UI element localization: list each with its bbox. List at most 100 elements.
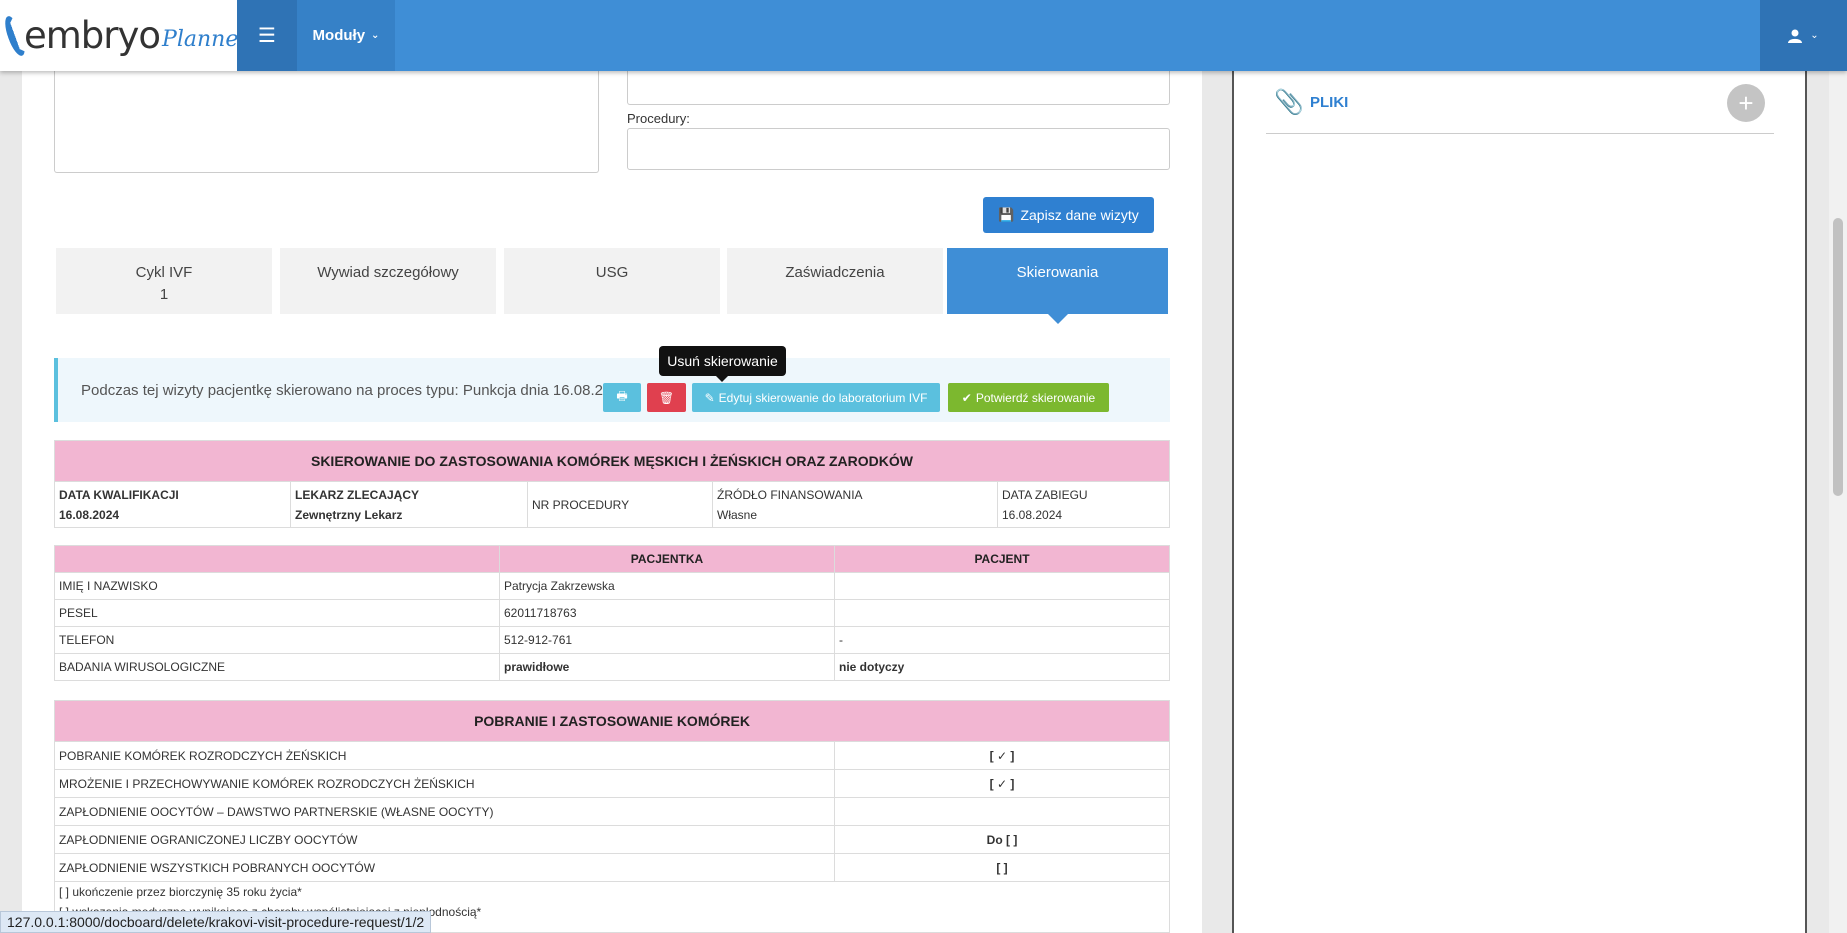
referral-header-table: SKIEROWANIE DO ZASTOSOWANIA KOMÓREK MĘSK… <box>54 440 1170 528</box>
referral-title: SKIEROWANIE DO ZASTOSOWANIA KOMÓREK MĘSK… <box>54 440 1170 482</box>
trash-icon: 🗑 <box>658 390 675 405</box>
modules-label: Moduły <box>312 27 366 44</box>
table-row: IMIĘ I NAZWISKO Patrycja Zakrzewska <box>54 572 1170 600</box>
tab-usg[interactable]: USG <box>504 248 720 314</box>
female-value: prawidłowe <box>499 653 835 681</box>
chevron-down-icon: ⌄ <box>1810 30 1819 41</box>
tab-referrals[interactable]: Skierowania <box>947 248 1168 324</box>
tab-ivf-cycle[interactable]: Cykl IVF 1 <box>56 248 272 314</box>
alert-text: Podczas tej wizyty pacjentkę skierowano … <box>81 382 628 399</box>
table-row: TELEFON 512-912-761 - <box>54 626 1170 654</box>
male-value: nie dotyczy <box>834 653 1170 681</box>
tab-detailed-interview[interactable]: Wywiad szczegółowy <box>280 248 496 314</box>
add-file-button[interactable]: + <box>1727 84 1765 122</box>
table-row: ZAPŁODNIENIE OGRANICZONEJ LICZBY OOCYTÓW… <box>54 825 1170 854</box>
ordering-doctor-label: LEKARZ ZLECAJĄCY <box>295 487 420 502</box>
cells-title: POBRANIE I ZASTOSOWANIE KOMÓREK <box>54 700 1170 742</box>
floppy-disk-icon: 💾 <box>998 207 1015 222</box>
tab-sublabel: 1 <box>159 286 169 303</box>
tab-label: Zaświadczenia <box>785 264 885 281</box>
row-label: IMIĘ I NAZWISKO <box>54 572 500 600</box>
ordering-doctor-value: Zewnętrzny Lekarz <box>295 507 403 522</box>
browser-status-url: 127.0.0.1:8000/docboard/delete/krakovi-v… <box>0 911 432 933</box>
logo-subtext: Planner <box>162 27 249 52</box>
procedures-label: Procedury: <box>627 111 690 126</box>
delete-tooltip: Usuń skierowanie <box>659 346 786 382</box>
male-value <box>834 599 1170 627</box>
referral-info-alert: Podczas tej wizyty pacjentkę skierowano … <box>54 358 1170 422</box>
plus-icon: + <box>1738 87 1754 118</box>
visit-panel: Procedury: 💾 Zapisz dane wizyty Cykl IVF… <box>22 0 1202 933</box>
tab-certificates[interactable]: Zaświadczenia <box>727 248 943 314</box>
files-panel: 📎 PLIKI + <box>1232 60 1807 933</box>
patients-empty-header <box>54 545 500 573</box>
printer-icon: 🖶 <box>616 389 628 403</box>
row-label: ZAPŁODNIENIE OOCYTÓW – DAWSTWO PARTNERSK… <box>54 797 835 826</box>
note-age: [ ] ukończenie przez biorczynię 35 roku … <box>59 885 302 899</box>
male-value <box>834 572 1170 600</box>
procedure-date-cell: DATA ZABIEGU 16.08.2024 <box>997 481 1170 528</box>
app-logo[interactable]: embryo Planner <box>0 0 249 71</box>
procedure-date-label: DATA ZABIEGU <box>1002 487 1088 502</box>
funding-source-cell: ŹRÓDŁO FINANSOWANIA Własne <box>712 481 998 528</box>
save-visit-label: Zapisz dane wizyty <box>1020 207 1139 223</box>
confirm-referral-button[interactable]: ✔ Potwierdź skierowanie <box>948 383 1109 412</box>
procedures-input[interactable] <box>627 128 1170 170</box>
edit-referral-button[interactable]: ✎ Edytuj skierowanie do laboratorium IVF <box>692 383 940 412</box>
table-row: ZAPŁODNIENIE OOCYTÓW – DAWSTWO PARTNERSK… <box>54 797 1170 826</box>
row-value: [ ✓ ] <box>834 741 1170 770</box>
female-patient-header: PACJENTKA <box>499 545 835 573</box>
patients-table: PACJENTKA PACJENT IMIĘ I NAZWISKO Patryc… <box>54 545 1170 681</box>
paperclip-icon: 📎 <box>1274 89 1304 116</box>
table-row: POBRANIE KOMÓREK ROZRODCZYCH ŻEŃSKICH [ … <box>54 741 1170 770</box>
row-label: MROŻENIE I PRZECHOWYWANIE KOMÓREK ROZROD… <box>54 769 835 798</box>
top-navbar: embryo Planner ☰ Moduły ⌄ ⌄ <box>0 0 1847 71</box>
user-menu-button[interactable]: ⌄ <box>1760 0 1847 71</box>
female-value: Patrycja Zakrzewska <box>499 572 835 600</box>
check-icon: ✔ <box>961 390 972 405</box>
menu-toggle-button[interactable]: ☰ <box>237 0 297 71</box>
delete-referral-button[interactable]: 🗑 <box>647 383 686 412</box>
modules-dropdown[interactable]: Moduły ⌄ <box>297 0 395 71</box>
notes-textarea[interactable] <box>54 60 599 173</box>
confirm-referral-label: Potwierdź skierowanie <box>975 390 1096 405</box>
male-value: - <box>834 626 1170 654</box>
tab-label: Cykl IVF <box>135 264 193 281</box>
edit-referral-label: Edytuj skierowanie do laboratorium IVF <box>718 390 928 405</box>
row-label: PESEL <box>54 599 500 627</box>
logo-text: embryo <box>24 14 161 57</box>
male-patient-header: PACJENT <box>834 545 1170 573</box>
page-scrollbar[interactable] <box>1829 0 1847 933</box>
row-label: POBRANIE KOMÓREK ROZRODCZYCH ŻEŃSKICH <box>54 741 835 770</box>
funding-source-value: Własne <box>717 507 758 522</box>
table-row: PESEL 62011718763 <box>54 599 1170 627</box>
qualification-date-cell: DATA KWALIFIKACJI 16.08.2024 <box>54 481 291 528</box>
scrollbar-thumb[interactable] <box>1833 218 1843 496</box>
files-section: 📎 PLIKI + <box>1266 80 1774 134</box>
row-label: BADANIA WIRUSOLOGICZNE <box>54 653 500 681</box>
ordering-doctor-cell: LEKARZ ZLECAJĄCY Zewnętrzny Lekarz <box>290 481 528 528</box>
cells-table: POBRANIE I ZASTOSOWANIE KOMÓREK POBRANIE… <box>54 700 1170 882</box>
files-label: PLIKI <box>1310 94 1349 111</box>
table-row: BADANIA WIRUSOLOGICZNE prawidłowe nie do… <box>54 653 1170 681</box>
table-row: MROŻENIE I PRZECHOWYWANIE KOMÓREK ROZROD… <box>54 769 1170 798</box>
row-value: Do [ ] <box>834 825 1170 854</box>
tab-label: Wywiad szczegółowy <box>317 264 459 281</box>
pencil-icon: ✎ <box>704 390 715 405</box>
user-icon <box>1788 29 1803 43</box>
procedure-number-cell: NR PROCEDURY <box>527 481 713 528</box>
funding-source-label: ŹRÓDŁO FINANSOWANIA <box>717 487 863 502</box>
save-visit-button[interactable]: 💾 Zapisz dane wizyty <box>983 197 1154 233</box>
female-value: 62011718763 <box>499 599 835 627</box>
procedure-date-value: 16.08.2024 <box>1002 507 1063 522</box>
hamburger-icon: ☰ <box>258 25 276 47</box>
print-button[interactable]: 🖶 <box>603 383 641 412</box>
tab-label: USG <box>595 264 629 281</box>
row-label: ZAPŁODNIENIE OGRANICZONEJ LICZBY OOCYTÓW <box>54 825 835 854</box>
qualification-date-label: DATA KWALIFIKACJI <box>59 487 179 502</box>
chevron-down-icon: ⌄ <box>371 30 380 41</box>
female-value: 512-912-761 <box>499 626 835 654</box>
row-value: [ ✓ ] <box>834 769 1170 798</box>
row-label: TELEFON <box>54 626 500 654</box>
qualification-date-value: 16.08.2024 <box>59 507 120 522</box>
